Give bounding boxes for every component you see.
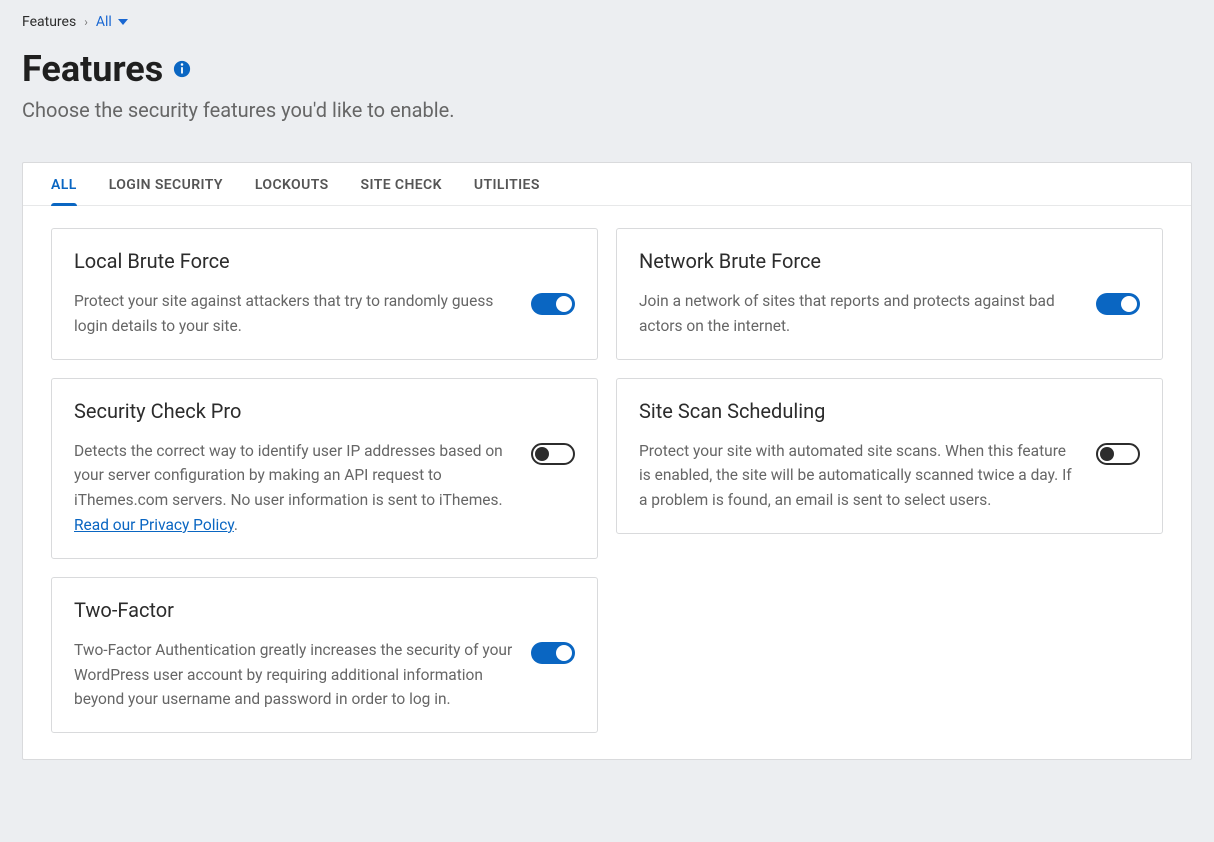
feature-card-network-brute-force: Network Brute Force Join a network of sit… [616,228,1163,360]
tab-all[interactable]: ALL [51,163,77,205]
tab-utilities[interactable]: UTILITIES [474,163,540,205]
feature-card-local-brute-force: Local Brute Force Protect your site again… [51,228,598,360]
feature-description: Two-Factor Authentication greatly increa… [74,638,513,712]
feature-title: Site Scan Scheduling [639,399,1078,423]
feature-description: Protect your site with automated site sc… [639,439,1078,513]
feature-description: Join a network of sites that reports and… [639,289,1078,339]
toggle-security-check-pro[interactable] [531,443,575,465]
feature-description: Protect your site against attackers that… [74,289,513,339]
toggle-site-scan-scheduling[interactable] [1096,443,1140,465]
page-subtitle: Choose the security features you'd like … [22,98,1192,122]
toggle-knob [556,296,572,312]
toggle-network-brute-force[interactable] [1096,293,1140,315]
feature-card-two-factor: Two-Factor Two-Factor Authentication grea… [51,577,598,733]
feature-description: Detects the correct way to identify user… [74,439,513,538]
tab-lockouts[interactable]: LOCKOUTS [255,163,329,205]
caret-down-icon [118,17,128,27]
toggle-local-brute-force[interactable] [531,293,575,315]
feature-title: Network Brute Force [639,249,1078,273]
feature-title: Security Check Pro [74,399,513,423]
tabs-bar: ALL LOGIN SECURITY LOCKOUTS SITE CHECK UTILI… [23,163,1191,206]
feature-card-security-check-pro: Security Check Pro Detects the correct wa… [51,378,598,559]
toggle-two-factor[interactable] [531,642,575,664]
page-title: Features [22,48,163,90]
breadcrumb-current-label: All [96,14,112,30]
toggle-knob [1100,447,1114,461]
tab-site-check[interactable]: SITE CHECK [361,163,442,205]
toggle-knob [556,645,572,661]
breadcrumb: Features › All [22,14,1192,30]
feature-card-site-scan-scheduling: Site Scan Scheduling Protect your site wi… [616,378,1163,534]
toggle-knob [535,447,549,461]
chevron-right-icon: › [84,15,88,29]
tab-login-security[interactable]: LOGIN SECURITY [109,163,223,205]
toggle-knob [1121,296,1137,312]
feature-cards-grid: Local Brute Force Protect your site again… [23,206,1191,733]
features-panel: ALL LOGIN SECURITY LOCKOUTS SITE CHECK UTILI… [22,162,1192,760]
feature-title: Local Brute Force [74,249,513,273]
breadcrumb-root[interactable]: Features [22,14,76,30]
feature-title: Two-Factor [74,598,513,622]
info-icon[interactable] [173,60,191,78]
privacy-policy-link[interactable]: Read our Privacy Policy [74,516,234,534]
breadcrumb-current-dropdown[interactable]: All [96,14,128,30]
